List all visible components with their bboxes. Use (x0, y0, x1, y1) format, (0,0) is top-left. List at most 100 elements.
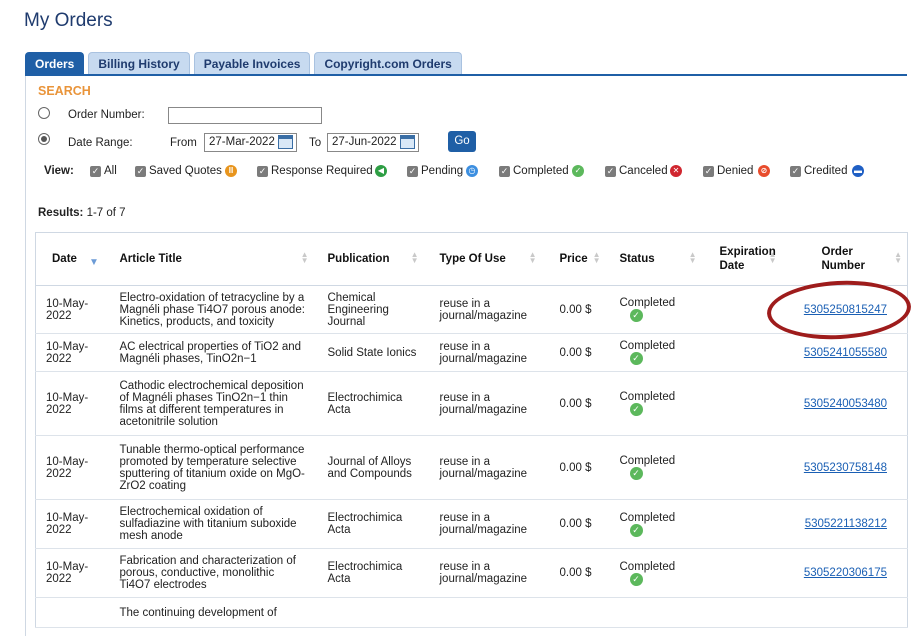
column-header-price[interactable]: Price ▲ ▼ (541, 232, 606, 286)
filter-credited-checkbox[interactable]: ✓ (790, 166, 801, 177)
article-title: The continuing development of (119, 606, 277, 619)
publication: Journal of Alloys and Compounds (327, 455, 412, 480)
filter-denied-label: Denied (717, 165, 754, 177)
credit-icon: ▬ (852, 165, 864, 177)
column-header-status[interactable]: Status ▲ ▼ (605, 232, 702, 286)
table-row: 10-May-2022 AC electrical properties of T… (35, 333, 908, 372)
sort-icon: ▲ ▼ (410, 250, 419, 265)
filter-canceled-checkbox[interactable]: ✓ (605, 166, 616, 177)
expiration-date-cell (701, 333, 782, 372)
publication-cell: Solid State Ionics (313, 333, 424, 372)
filter-response-required-label: Response Required (271, 165, 373, 177)
order-date: 10-May-2022 (46, 512, 89, 536)
price: 0.00 $ (559, 518, 592, 530)
order-number-cell: 5305241055580 (781, 333, 908, 372)
calendar-icon[interactable] (400, 135, 415, 149)
order-number-link[interactable]: 5305221138212 (805, 518, 887, 530)
price-cell: 0.00 $ (541, 333, 606, 372)
status-text: Completed (619, 297, 676, 309)
column-header-date[interactable]: Date ▼ (35, 232, 108, 286)
filter-response-required-checkbox[interactable]: ✓ (257, 166, 268, 177)
price-cell: 0.00 $ (541, 548, 606, 598)
price: 0.00 $ (559, 303, 592, 316)
x-icon: ✕ (670, 165, 682, 177)
expiration-date-cell (701, 499, 782, 549)
order-number-link[interactable]: 5305240053480 (804, 398, 887, 410)
type-of-use: reuse in a journal/magazine (439, 297, 528, 322)
from-label: From (170, 137, 197, 149)
status-cell: Completed✓ (605, 548, 702, 598)
order-number-link[interactable]: 5305230758148 (804, 462, 887, 474)
order-number-link[interactable]: 5305241055580 (804, 347, 887, 359)
order-date: 10-May-2022 (46, 297, 89, 322)
tab-payable-invoices[interactable]: Payable Invoices (193, 52, 311, 75)
calendar-icon[interactable] (278, 135, 293, 149)
column-header-expiration[interactable]: Expiration Date ▲ ▼ (701, 232, 782, 286)
date-range-label: Date Range: (68, 137, 133, 149)
article-title-cell: Electrochemical oxidation of sulfadiazin… (107, 499, 314, 549)
order-date-cell: 10-May-2022 (35, 285, 108, 334)
no-icon: ⊘ (758, 165, 770, 177)
status-cell (605, 597, 702, 628)
sort-icon: ▲ ▼ (688, 250, 697, 265)
article-title-cell: Fabrication and characterization of poro… (107, 548, 314, 598)
order-number-input[interactable] (168, 107, 322, 124)
tab-orders[interactable]: Orders (25, 52, 85, 75)
column-header-type-of-use[interactable]: Type Of Use ▲ ▼ (423, 232, 542, 286)
price: 0.00 $ (559, 346, 592, 359)
article-title: Fabrication and characterization of poro… (119, 555, 296, 591)
status-cell: Completed✓ (605, 285, 702, 334)
filter-pending-checkbox[interactable]: ✓ (407, 166, 418, 177)
tab-copyright-orders[interactable]: Copyright.com Orders (314, 52, 462, 75)
table-header-row: Date ▼ Article Title ▲ ▼ Publication ▲ ▼ Type… (35, 232, 908, 286)
type-of-use-cell: reuse in a journal/magazine (423, 371, 542, 436)
table-row: 10-May-2022 Fabrication and characterizat… (35, 548, 908, 598)
publication-cell: Electrochimica Acta (313, 548, 424, 598)
filter-all-checkbox[interactable]: ✓ (90, 166, 101, 177)
filter-credited-label: Credited (804, 165, 848, 177)
type-of-use: reuse in a journal/magazine (439, 340, 528, 365)
filter-saved-quotes-checkbox[interactable]: ✓ (135, 166, 146, 177)
status-text: Completed (619, 560, 676, 573)
check-icon: ✓ (572, 165, 584, 177)
column-header-publication[interactable]: Publication ▲ ▼ (313, 232, 424, 286)
article-title: Tunable thermo-optical performance promo… (119, 443, 305, 492)
price-cell: 0.00 $ (541, 499, 606, 549)
status-text: Completed (619, 455, 676, 467)
order-number-radio[interactable] (38, 107, 50, 119)
article-title-cell: AC electrical properties of TiO2 and Mag… (107, 333, 314, 372)
filter-completed-checkbox[interactable]: ✓ (499, 166, 510, 177)
expiration-date-cell (701, 597, 782, 628)
order-number-label: Order Number: (68, 109, 145, 121)
publication-cell: Journal of Alloys and Compounds (313, 435, 424, 500)
publication-cell: Electrochimica Acta (313, 371, 424, 436)
order-number-link[interactable]: 5305220306175 (804, 567, 887, 579)
article-title-cell: Tunable thermo-optical performance promo… (107, 435, 314, 500)
table-row: The continuing development of (35, 597, 908, 628)
check-icon: ✓ (629, 309, 643, 322)
date-range-radio[interactable] (38, 133, 50, 145)
order-date-cell: 10-May-2022 (35, 435, 108, 500)
type-of-use: reuse in a journal/magazine (439, 455, 528, 480)
column-header-title[interactable]: Article Title ▲ ▼ (107, 232, 314, 286)
order-date-cell (35, 597, 108, 628)
order-date: 10-May-2022 (46, 455, 89, 480)
tab-billing-history[interactable]: Billing History (88, 52, 190, 75)
article-title: AC electrical properties of TiO2 and Mag… (119, 340, 302, 365)
price-cell (541, 597, 606, 628)
publication: Electrochimica Acta (327, 512, 403, 536)
sort-icon: ▲ ▼ (592, 250, 601, 265)
status-cell: Completed✓ (605, 499, 702, 549)
check-icon: ✓ (629, 352, 643, 365)
type-of-use-cell: reuse in a journal/magazine (423, 285, 542, 334)
article-title: Electrochemical oxidation of sulfadiazin… (119, 506, 297, 542)
column-header-order-number[interactable]: Order Number ▲ ▼ (781, 232, 908, 286)
results-label: Results: (38, 207, 84, 219)
filter-denied-checkbox[interactable]: ✓ (703, 166, 714, 177)
pause-icon: II (225, 165, 237, 177)
results-value: 1-7 of 7 (86, 207, 126, 219)
filter-completed-label: Completed (513, 165, 569, 177)
clock-icon: ◷ (466, 165, 478, 177)
status-cell: Completed✓ (605, 371, 702, 436)
go-button[interactable]: Go (448, 131, 476, 152)
